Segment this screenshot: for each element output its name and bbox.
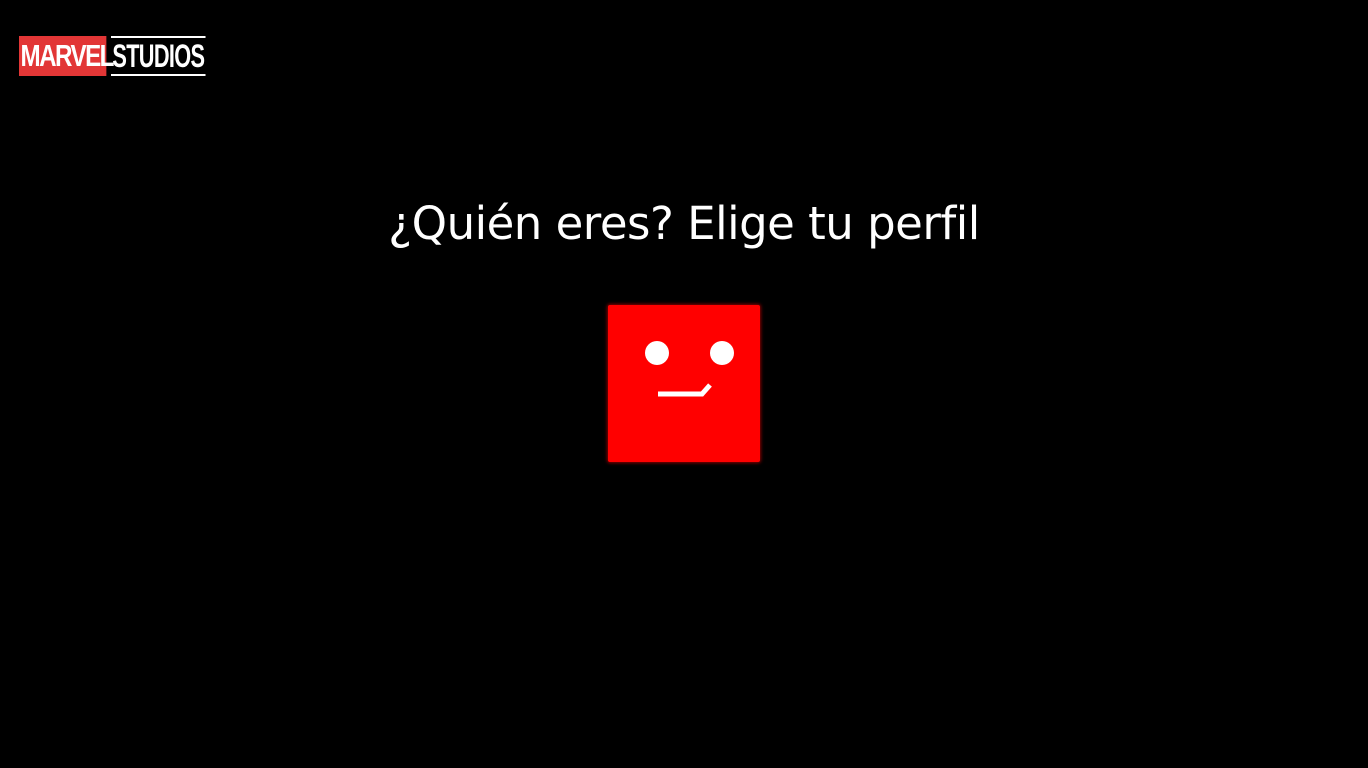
logo-marvel-text: MARVEL	[19, 36, 114, 76]
page-title: ¿Quién eres? Elige tu perfil	[388, 197, 980, 250]
profile-avatar[interactable]	[608, 305, 760, 462]
smiley-face-icon	[645, 341, 734, 397]
logo-studios-text: STUDIOS	[111, 36, 206, 76]
profile-selection-page: MARVEL STUDIOS ¿Quién eres? Elige tu per…	[0, 0, 1368, 768]
marvel-studios-logo: MARVEL STUDIOS	[19, 36, 250, 76]
